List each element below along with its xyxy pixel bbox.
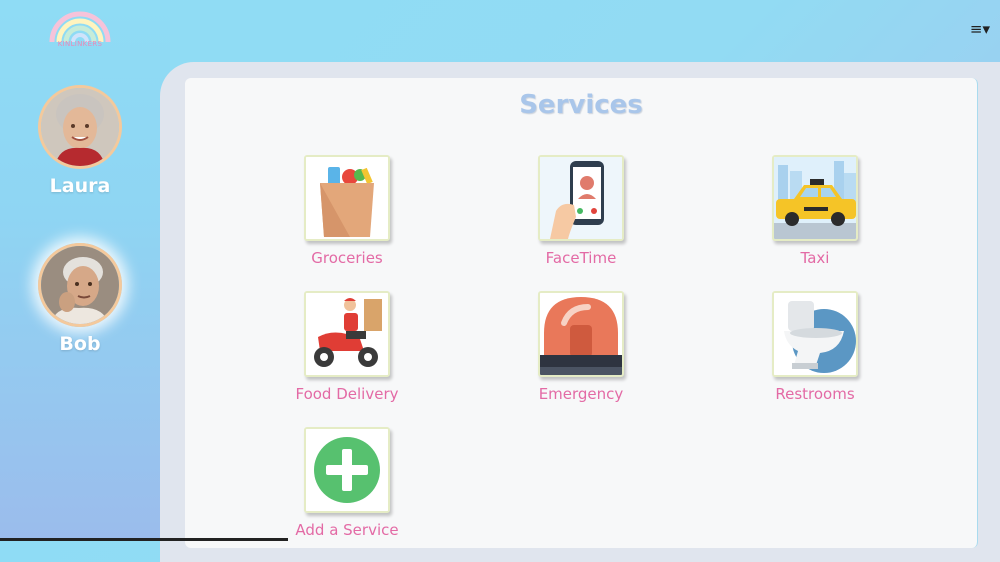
service-label: FaceTime: [545, 249, 617, 267]
service-restrooms[interactable]: Restrooms: [740, 291, 890, 403]
user-name: Bob: [59, 333, 101, 355]
service-label: Restrooms: [775, 385, 855, 403]
elderly-man-photo: [41, 246, 119, 324]
logo-text: KINLINKERS: [57, 40, 103, 48]
add-plus-icon: [306, 429, 388, 511]
service-label: Taxi: [800, 249, 830, 267]
avatar: [38, 243, 122, 327]
grocery-bag-icon: [306, 157, 388, 239]
service-food-delivery[interactable]: Food Delivery: [272, 291, 422, 403]
service-label: Add a Service: [295, 521, 399, 539]
service-groceries[interactable]: Groceries: [272, 155, 422, 267]
user-name: Laura: [49, 175, 111, 197]
user-bob[interactable]: Bob: [38, 243, 122, 355]
service-emergency[interactable]: Emergency: [506, 291, 656, 403]
delivery-scooter-icon: [306, 293, 388, 375]
avatar: [38, 85, 122, 169]
service-taxi[interactable]: Taxi: [740, 155, 890, 267]
siren-icon: [540, 293, 622, 375]
phone-call-icon: [540, 157, 622, 239]
toilet-icon: [774, 293, 856, 375]
service-label: Emergency: [538, 385, 624, 403]
hamburger-dropdown-icon: ≡▾: [969, 20, 990, 38]
page-title: Services: [519, 90, 643, 120]
user-laura[interactable]: Laura: [38, 85, 122, 197]
taxi-icon: [774, 157, 856, 239]
service-facetime[interactable]: FaceTime: [506, 155, 656, 267]
elderly-woman-photo: [41, 88, 119, 166]
menu-dropdown-button[interactable]: ≡▾: [970, 20, 990, 38]
service-add[interactable]: Add a Service: [272, 427, 422, 539]
service-label: Groceries: [311, 249, 383, 267]
service-label: Food Delivery: [295, 385, 399, 403]
